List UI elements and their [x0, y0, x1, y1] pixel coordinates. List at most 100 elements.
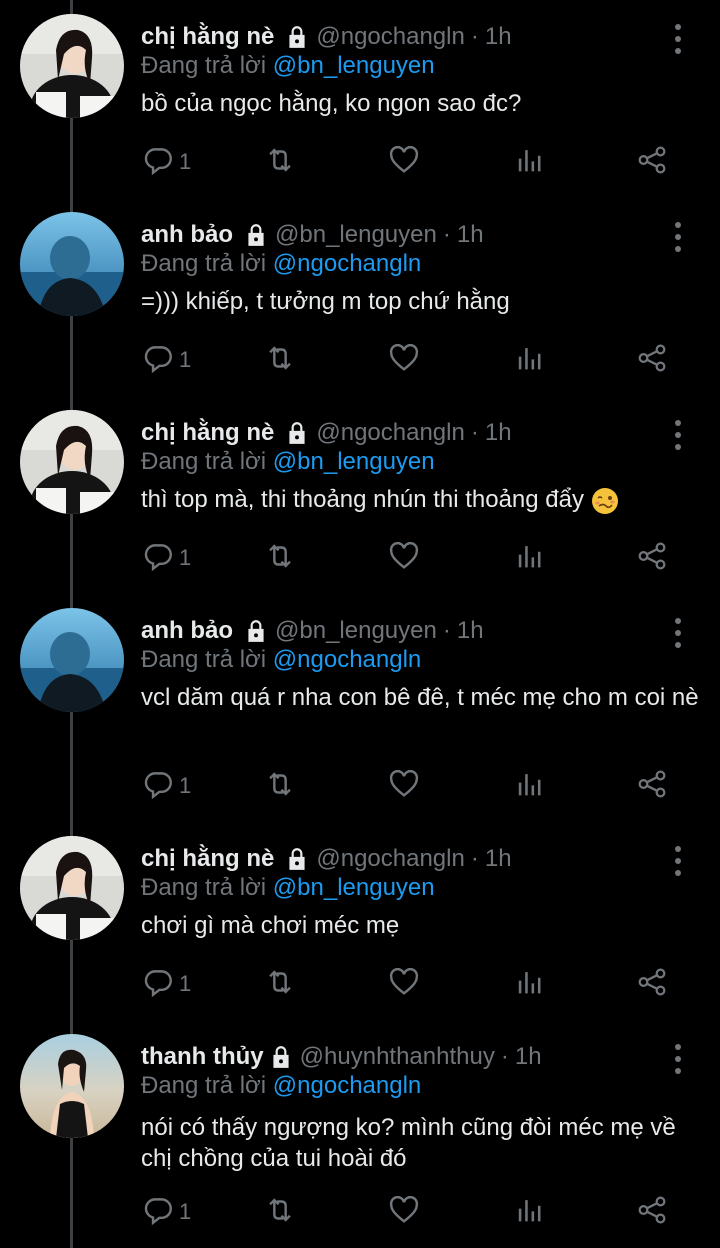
display-name[interactable]: thanh thủy [141, 1043, 264, 1071]
display-name[interactable]: chị hằng nè [141, 23, 274, 51]
avatar[interactable] [20, 14, 124, 118]
share-button[interactable] [635, 342, 669, 378]
tweet[interactable]: chị hằng nè @ngochangln · 1h Đang trả lờ… [0, 836, 720, 1016]
reply-count: 1 [179, 347, 192, 372]
retweet-icon [263, 143, 297, 182]
handle[interactable]: @bn_lenguyen [275, 221, 437, 249]
tweet-actions: 1 [141, 342, 681, 378]
tweet[interactable]: chị hằng nè @ngochangln · 1h Đang trả lờ… [0, 410, 720, 590]
replying-to-label: Đang trả lời [141, 448, 267, 475]
reply-count: 1 [179, 545, 192, 570]
retweet-button[interactable] [263, 966, 297, 1002]
tweet[interactable]: thanh thủy @huynhthanhthuy · 1h Đang trả… [0, 1034, 720, 1244]
views-button[interactable] [513, 342, 547, 378]
avatar[interactable] [20, 212, 124, 316]
mention-link[interactable]: @ngochangln [273, 250, 421, 277]
lock-icon [243, 222, 269, 248]
views-icon [513, 341, 547, 380]
reply-button[interactable]: 1 [141, 144, 191, 180]
retweet-button[interactable] [263, 144, 297, 180]
reply-button[interactable]: 1 [141, 966, 191, 1002]
mention-link[interactable]: @ngochangln [273, 646, 421, 673]
share-button[interactable] [635, 768, 669, 804]
separator-dot: · [470, 845, 479, 872]
reply-icon [141, 143, 175, 182]
like-button[interactable] [387, 966, 421, 1002]
display-name[interactable]: anh bảo [141, 221, 233, 249]
retweet-icon [263, 965, 297, 1004]
more-icon[interactable] [666, 24, 690, 54]
reply-count: 1 [179, 1199, 192, 1224]
retweet-icon [263, 341, 297, 380]
avatar[interactable] [20, 410, 124, 514]
timestamp[interactable]: 1h [485, 845, 512, 873]
views-button[interactable] [513, 540, 547, 576]
reply-button[interactable]: 1 [141, 768, 191, 804]
tweet[interactable]: anh bảo @bn_lenguyen · 1h Đang trả lời @… [0, 212, 720, 392]
more-icon[interactable] [666, 618, 690, 648]
like-button[interactable] [387, 1194, 421, 1230]
mention-link[interactable]: @ngochangln [273, 1072, 421, 1099]
handle[interactable]: @bn_lenguyen [275, 617, 437, 645]
like-button[interactable] [387, 342, 421, 378]
tweet[interactable]: anh bảo @bn_lenguyen · 1h Đang trả lời @… [0, 608, 720, 818]
retweet-button[interactable] [263, 1194, 297, 1230]
retweet-icon [263, 539, 297, 578]
more-icon[interactable] [666, 1044, 690, 1074]
timestamp[interactable]: 1h [457, 617, 484, 645]
handle[interactable]: @ngochangln [316, 23, 464, 51]
tweet-text: vcl dăm quá r nha con bê đê, t méc mẹ ch… [141, 684, 699, 711]
more-icon[interactable] [666, 846, 690, 876]
retweet-button[interactable] [263, 342, 297, 378]
share-button[interactable] [635, 144, 669, 180]
handle[interactable]: @ngochangln [316, 419, 464, 447]
display-name[interactable]: chị hằng nè [141, 845, 274, 873]
avatar[interactable] [20, 836, 124, 940]
handle[interactable]: @huynhthanhthuy [300, 1043, 495, 1071]
mention-link[interactable]: @bn_lenguyen [273, 52, 435, 79]
like-button[interactable] [387, 540, 421, 576]
replying-to: Đang trả lời @ngochangln [141, 1072, 421, 1100]
views-icon [513, 143, 547, 182]
display-name[interactable]: chị hằng nè [141, 419, 274, 447]
views-button[interactable] [513, 1194, 547, 1230]
reply-count: 1 [179, 149, 192, 174]
share-button[interactable] [635, 1194, 669, 1230]
views-button[interactable] [513, 144, 547, 180]
tweet-actions: 1 [141, 1194, 681, 1230]
like-button[interactable] [387, 144, 421, 180]
timestamp[interactable]: 1h [485, 419, 512, 447]
share-button[interactable] [635, 966, 669, 1002]
more-icon[interactable] [666, 420, 690, 450]
tweet[interactable]: chị hằng nè @ngochangln · 1h Đang trả lờ… [0, 14, 720, 194]
mention-link[interactable]: @bn_lenguyen [273, 448, 435, 475]
timestamp[interactable]: 1h [515, 1043, 542, 1071]
share-button[interactable] [635, 540, 669, 576]
heart-icon [387, 1193, 421, 1232]
avatar[interactable] [20, 1034, 124, 1138]
share-icon [635, 767, 669, 806]
tweet-actions: 1 [141, 540, 681, 576]
views-button[interactable] [513, 966, 547, 1002]
timestamp[interactable]: 1h [457, 221, 484, 249]
timestamp[interactable]: 1h [485, 23, 512, 51]
woozy-face-emoji [591, 487, 619, 515]
views-button[interactable] [513, 768, 547, 804]
more-icon[interactable] [666, 222, 690, 252]
avatar[interactable] [20, 608, 124, 712]
share-icon [635, 539, 669, 578]
retweet-button[interactable] [263, 768, 297, 804]
replying-to-label: Đang trả lời [141, 874, 267, 901]
reply-button[interactable]: 1 [141, 540, 191, 576]
retweet-button[interactable] [263, 540, 297, 576]
replying-to: Đang trả lời @bn_lenguyen [141, 874, 435, 902]
retweet-icon [263, 767, 297, 806]
reply-button[interactable]: 1 [141, 342, 191, 378]
reply-button[interactable]: 1 [141, 1194, 191, 1230]
mention-link[interactable]: @bn_lenguyen [273, 874, 435, 901]
tweet-text: thì top mà, thi thoảng nhún thi thoảng đ… [141, 484, 701, 515]
like-button[interactable] [387, 768, 421, 804]
display-name[interactable]: anh bảo [141, 617, 233, 645]
tweet-text: =))) khiếp, t tưởng m top chứ hằng [141, 288, 510, 315]
handle[interactable]: @ngochangln [316, 845, 464, 873]
